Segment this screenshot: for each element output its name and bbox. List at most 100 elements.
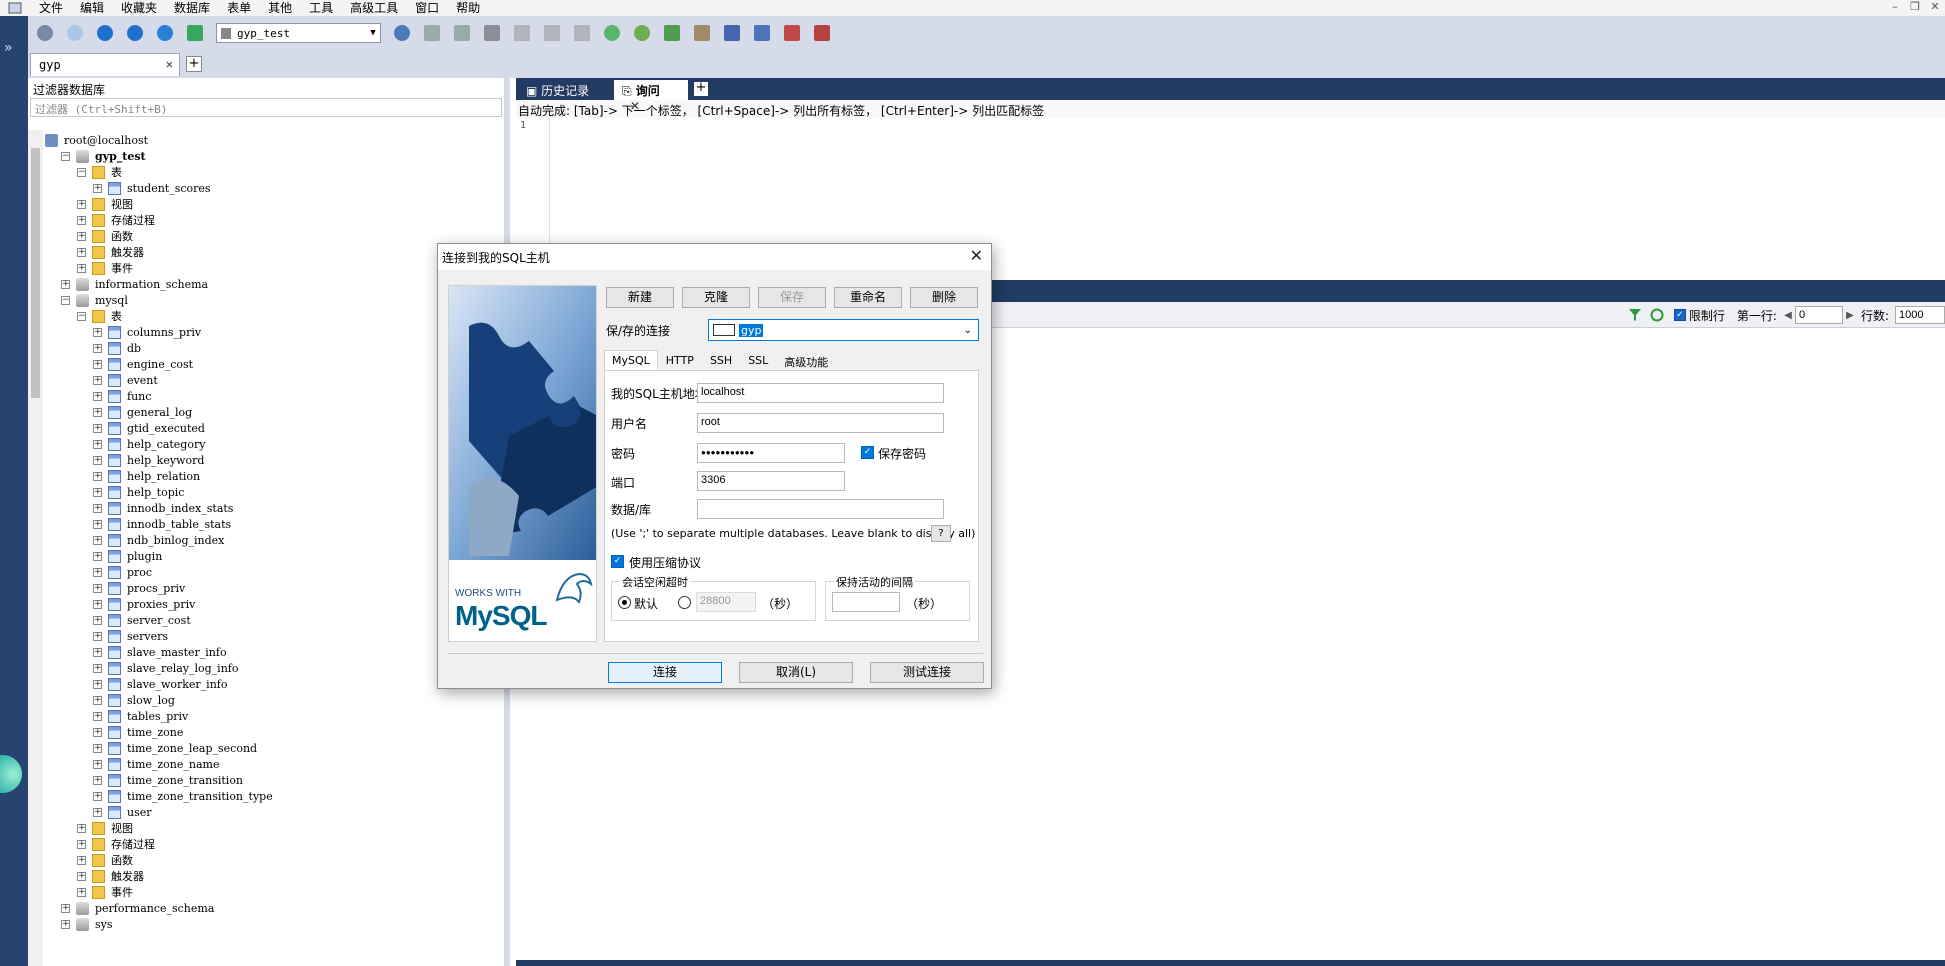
collapse-icon[interactable]: − [77,311,86,321]
delete-button[interactable]: 删除 [910,287,978,308]
tree-node[interactable]: + innodb_index_stats [43,500,273,516]
timeout-input[interactable]: 28800 [696,592,756,612]
tree-node[interactable]: − gyp_test [43,148,273,164]
schema-designer-icon[interactable] [570,21,594,45]
expand-icon[interactable]: + [93,391,102,401]
expand-icon[interactable]: + [93,583,102,593]
tree-node[interactable]: + server_cost [43,612,273,628]
expand-icon[interactable]: + [77,855,86,865]
tree-node[interactable]: + help_topic [43,484,273,500]
menu-help[interactable]: 帮助 [447,0,488,16]
tree-node[interactable]: + func [43,388,273,404]
rename-button[interactable]: 重命名 [834,287,902,308]
expand-icon[interactable]: + [93,551,102,561]
expand-icon[interactable]: + [77,839,86,849]
tree-node[interactable]: + slave_worker_info [43,676,273,692]
menu-tools[interactable]: 工具 [300,0,341,16]
expand-icon[interactable]: + [77,263,86,273]
tree-node[interactable]: + 存储过程 [43,212,273,228]
execute-icon[interactable] [93,21,117,45]
rows-input[interactable] [1895,306,1945,324]
tree-node[interactable]: + 视图 [43,820,273,836]
tab-advanced[interactable]: 高级功能 [776,350,836,370]
tree-node[interactable]: + engine_cost [43,356,273,372]
expand-icon[interactable]: + [77,215,86,225]
tree-node[interactable]: + slow_log [43,692,273,708]
create-table-icon[interactable] [420,21,444,45]
refresh-icon[interactable] [153,21,177,45]
expand-icon[interactable]: + [77,887,86,897]
tree-node[interactable]: − 表 [43,308,273,324]
tree-node[interactable]: + help_relation [43,468,273,484]
test-connection-button[interactable]: 测试连接 [870,662,984,683]
menu-edit[interactable]: 编辑 [71,0,112,16]
table-grid-icon[interactable] [540,21,564,45]
tree-node[interactable]: + 触发器 [43,244,273,260]
import-icon[interactable] [600,21,624,45]
server-icon[interactable] [720,21,744,45]
collapse-icon[interactable]: − [77,167,86,177]
expand-icon[interactable]: + [93,327,102,337]
expand-icon[interactable]: + [93,743,102,753]
expand-icon[interactable]: + [93,503,102,513]
tree-node[interactable]: + event [43,372,273,388]
menu-window[interactable]: 窗口 [406,0,447,16]
tree-node[interactable]: + procs_priv [43,580,273,596]
new-connection-icon[interactable] [33,21,57,45]
menu-file[interactable]: 文件 [30,0,71,16]
expand-icon[interactable]: + [93,519,102,529]
expand-icon[interactable]: + [93,807,102,817]
tree-node[interactable]: + 视图 [43,196,273,212]
expand-icon[interactable]: + [93,183,102,193]
close-icon[interactable]: ✕ [970,246,983,265]
report-icon[interactable] [750,21,774,45]
tree-node[interactable]: + tables_priv [43,708,273,724]
grid-icon[interactable] [510,21,534,45]
clone-button[interactable]: 克隆 [682,287,750,308]
expand-icon[interactable]: + [61,919,70,929]
expand-icon[interactable]: + [61,279,70,289]
menu-table[interactable]: 表单 [218,0,259,16]
tree-node[interactable]: + 函数 [43,228,273,244]
password-input[interactable]: ●●●●●●●●●●● [697,443,845,463]
connect-button[interactable]: 连接 [608,662,722,683]
compression-checkbox[interactable]: ✓ [611,555,624,568]
tab-http[interactable]: HTTP [658,350,702,370]
tab-history[interactable]: ▣ 历史记录 [518,80,610,100]
prev-page-icon[interactable]: ◀ [1783,310,1793,321]
tree-node[interactable]: + 事件 [43,260,273,276]
menu-database[interactable]: 数据库 [165,0,218,16]
tab-query[interactable]: ⎘ 询问 ✕ [614,80,688,113]
collapse-icon[interactable]: − [61,151,70,161]
save-button[interactable]: 保存 [758,287,826,308]
expand-icon[interactable]: + [77,199,86,209]
expand-icon[interactable]: + [77,871,86,881]
execute-all-icon[interactable] [123,21,147,45]
tree-node[interactable]: + slave_master_info [43,644,273,660]
tree-node[interactable]: + performance_schema [43,900,273,916]
tree-node[interactable]: + innodb_table_stats [43,516,273,532]
expand-icon[interactable]: + [93,471,102,481]
expand-icon[interactable]: + [93,455,102,465]
expand-icon[interactable]: + [93,775,102,785]
expand-icon[interactable]: + [61,903,70,913]
close-tab-icon[interactable]: ✕ [630,99,640,113]
connection-tab-gyp[interactable]: gyp ✕ [30,53,180,76]
tree-node[interactable]: − 表 [43,164,273,180]
tree-node[interactable]: root@localhost [43,132,273,148]
add-icon[interactable] [63,21,87,45]
menu-other[interactable]: 其他 [259,0,300,16]
refresh-icon[interactable] [1650,308,1664,322]
tab-ssl[interactable]: SSL [740,350,776,370]
expand-icon[interactable]: + [93,535,102,545]
expand-icon[interactable]: + [93,631,102,641]
new-query-tab-button[interactable]: + [694,81,708,96]
expand-icon[interactable]: + [93,663,102,673]
expand-icon[interactable]: + [93,711,102,721]
tree-node[interactable]: + time_zone_transition [43,772,273,788]
minimize-icon[interactable]: – [1885,0,1905,16]
expand-icon[interactable]: + [93,439,102,449]
user-icon[interactable] [390,21,414,45]
tab-mysql[interactable]: MySQL [604,350,658,370]
tree-node[interactable]: + ndb_binlog_index [43,532,273,548]
